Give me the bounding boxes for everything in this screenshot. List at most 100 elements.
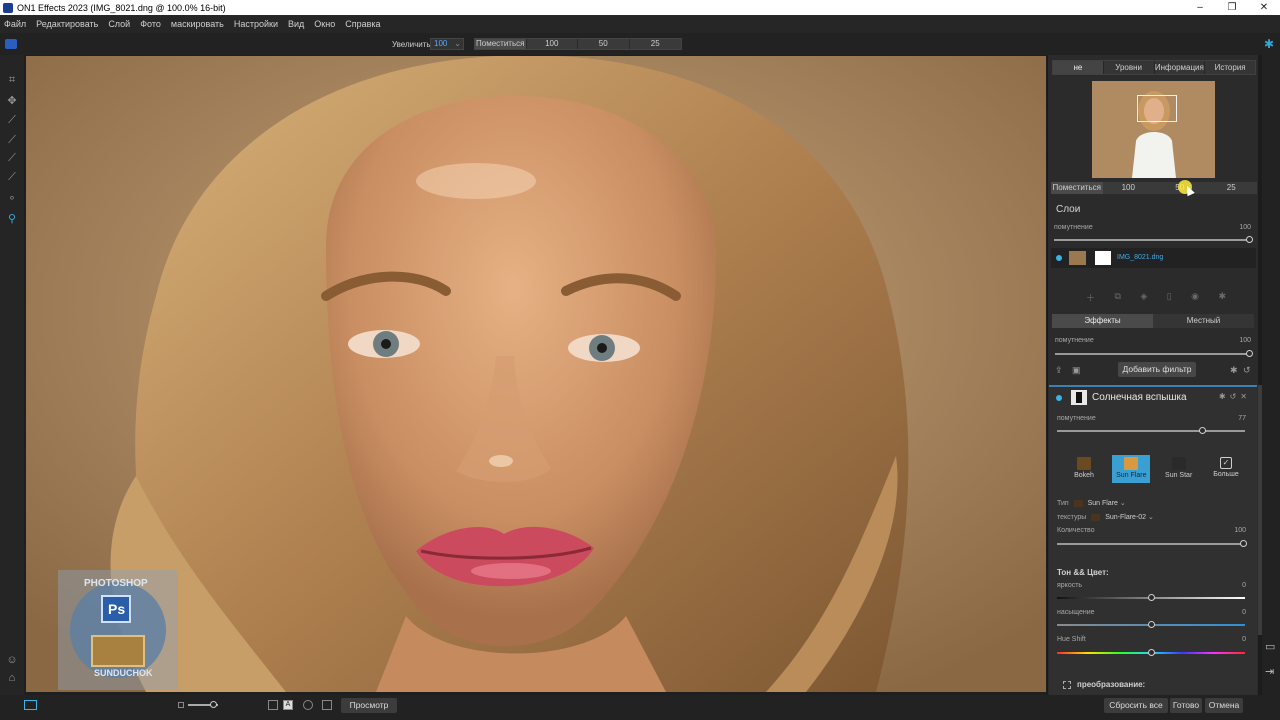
minimize-button[interactable]: – [1184,0,1216,15]
add-filter-button[interactable]: Добавить фильтр [1118,362,1196,377]
slider-knob[interactable] [1148,621,1155,628]
compare-icon[interactable] [268,700,278,710]
fit-button[interactable]: Поместиться [475,39,527,49]
amount-slider[interactable] [1057,540,1247,547]
brightness-slider[interactable] [1057,594,1245,601]
view-mode-icon[interactable]: ⌂ [5,671,19,685]
slider-knob[interactable] [1148,649,1155,656]
crop-icon[interactable]: ⌗ [5,73,19,87]
menu-window[interactable]: Окно [314,19,335,29]
checkbox-icon: ✓ [1219,457,1232,469]
zoom-out-icon[interactable] [178,702,184,708]
before-after-icon[interactable] [322,700,332,710]
menu-photo[interactable]: Фото [140,19,161,29]
type-row[interactable]: Тип Sun Flare ⌄ [1057,499,1126,507]
nav-zoom-25-button[interactable]: 25 [1206,182,1258,194]
image-canvas[interactable]: PHOTOSHOP Ps SUNDUCHOK [26,56,1046,692]
menu-help[interactable]: Справка [345,19,380,29]
settings-icon[interactable]: ✱ [1230,365,1238,376]
tone-color-title: Тон && Цвет: [1057,568,1109,577]
navigator-thumbnail[interactable] [1092,81,1215,178]
tab-history[interactable]: История [1205,61,1255,74]
duplicate-layer-icon[interactable]: ⧉ [1114,291,1120,303]
layer-settings-icon[interactable]: ✱ [1218,291,1226,303]
menu-edit[interactable]: Редактировать [36,19,98,29]
hand-icon[interactable]: ☺ [5,653,19,667]
browse-icon[interactable]: ▭ [1265,640,1275,653]
slider-knob[interactable] [1246,350,1253,357]
brush-icon[interactable]: ⟋ [5,133,19,147]
layers-opacity-slider[interactable] [1054,236,1253,243]
delete-layer-icon[interactable]: ▯ [1167,291,1172,303]
slider-knob[interactable] [1246,236,1253,243]
layout-toggle-icon[interactable] [24,700,37,710]
nav-zoom-100-button[interactable]: 100 [1103,182,1155,194]
navigator-viewport-frame[interactable] [1137,95,1177,122]
tab-local[interactable]: Местный [1153,314,1254,328]
move-icon[interactable]: ✥ [5,93,19,107]
on1-logo-icon[interactable] [5,39,17,49]
brush-size-slider[interactable] [188,701,218,708]
filter-opacity-slider[interactable] [1057,427,1245,434]
slider-knob[interactable] [1199,427,1206,434]
preset-more[interactable]: ✓ Больше [1207,455,1245,483]
hue-slider[interactable] [1057,649,1245,656]
texture-row[interactable]: текстуры Sun-Flare-02 ⌄ [1057,513,1154,521]
tab-effects[interactable]: Эффекты [1052,314,1153,328]
fill-icon[interactable]: ◈ [1140,291,1147,303]
reset-all-button[interactable]: Сбросить все [1104,698,1168,713]
preset-sun-flare[interactable]: Sun Flare [1112,455,1151,483]
slider-knob[interactable] [1240,540,1247,547]
gear-icon[interactable]: ✱ [1264,37,1274,51]
zoom-100-button[interactable]: 100 [527,39,578,49]
filter-visibility-icon[interactable] [1056,395,1062,401]
add-layer-icon[interactable]: ＋ [1086,291,1095,303]
tab-navigator[interactable]: не [1053,61,1104,74]
zoom-25-button[interactable]: 25 [630,39,682,49]
retouch-brush-icon[interactable]: ⟋ [5,170,19,184]
export-icon[interactable]: ⇥ [1265,665,1274,678]
chevron-down-icon: ⌄ [1119,500,1126,507]
preview-button[interactable]: Просмотр [341,698,397,713]
tab-info[interactable]: Информация [1155,61,1206,74]
layer-visibility-icon[interactable] [1056,255,1062,261]
preset-bokeh[interactable]: Bokeh [1065,455,1103,483]
zoom-tool-icon[interactable]: ⚲ [5,211,19,225]
menu-layer[interactable]: Слой [108,19,130,29]
tab-levels[interactable]: Уровни [1104,61,1155,74]
menu-view[interactable]: Вид [288,19,304,29]
menu-bar: Файл Редактировать Слой Фото маскировать… [0,15,1280,33]
cancel-button[interactable]: Отмена [1205,698,1243,713]
effects-opacity-slider[interactable] [1055,350,1253,357]
reset-icon[interactable]: ↺ [1243,365,1251,376]
type-label: Тип [1057,500,1069,507]
transform-icon [1063,680,1071,689]
nav-fit-button[interactable]: Поместиться [1051,182,1103,194]
filter-opacity-value: 77 [1238,415,1246,422]
refine-brush-icon[interactable]: ⟋ [5,151,19,165]
slider-knob[interactable] [210,701,217,708]
save-preset-icon[interactable]: ⇪ [1055,365,1063,376]
menu-settings[interactable]: Настройки [234,19,278,29]
menu-mask[interactable]: маскировать [171,19,224,29]
zoom-50-button[interactable]: 50 [578,39,630,49]
slider-knob[interactable] [1148,594,1155,601]
mask-view-icon[interactable] [303,700,313,710]
mask-icon[interactable]: ▣ [1072,365,1081,376]
transform-section[interactable]: преобразование: [1063,680,1145,689]
close-window-button[interactable]: ✕ [1248,0,1280,15]
done-button[interactable]: Готово [1170,698,1202,713]
saturation-slider[interactable] [1057,621,1245,628]
chisel-icon[interactable]: ∘ [5,190,19,204]
layer-row[interactable]: IMG_8021.dng [1051,248,1256,268]
perfect-brush-icon[interactable]: ⟋ [5,113,19,127]
zoom-select[interactable]: 100 ⌄ [430,38,464,50]
preset-sun-star[interactable]: Sun Star [1160,455,1198,483]
top-toolbar: Увеличить 100 ⌄ Поместиться 100 50 25 ✱ [0,33,1280,55]
amount-label: Количество [1057,527,1095,534]
overlay-icon[interactable]: A [283,700,293,710]
maximize-button[interactable]: ❐ [1216,0,1248,15]
menu-file[interactable]: Файл [4,19,26,29]
merge-icon[interactable]: ◉ [1191,291,1199,303]
filter-header-icons[interactable]: ✱↺✕ [1219,392,1251,401]
